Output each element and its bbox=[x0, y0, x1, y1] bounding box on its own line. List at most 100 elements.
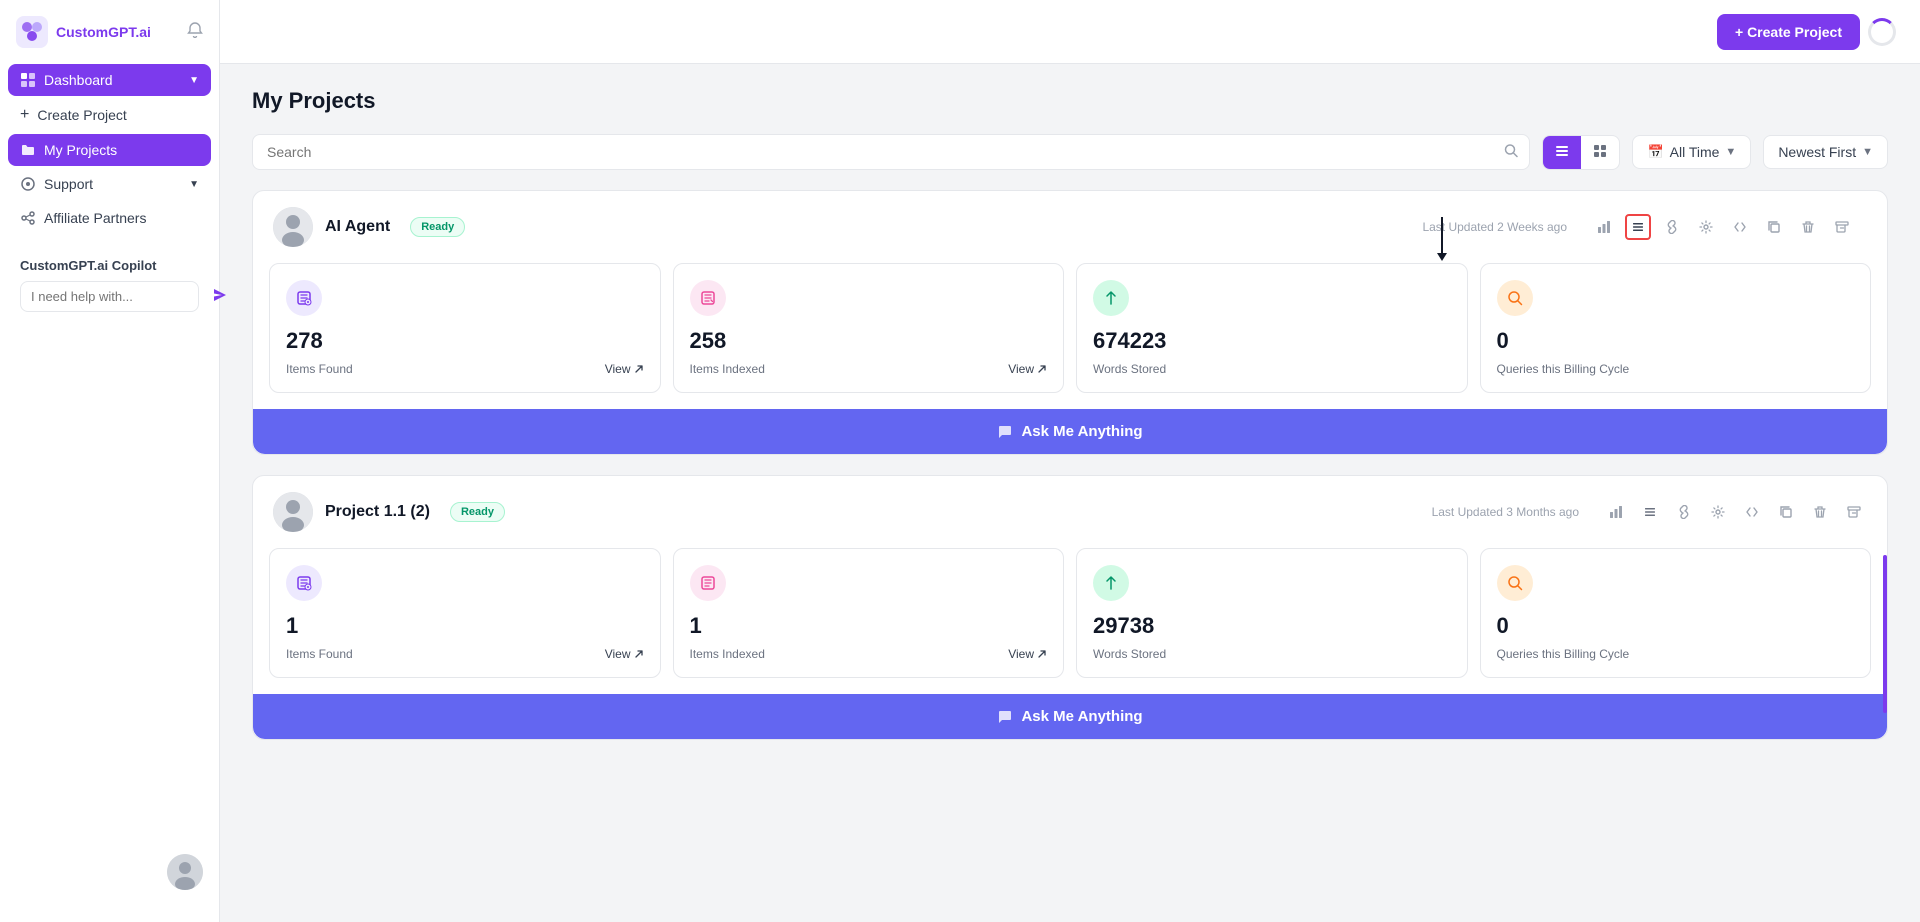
sidebar-item-create-project[interactable]: + Create Project bbox=[8, 98, 211, 132]
ask-anything-button-1[interactable]: Ask Me Anything bbox=[253, 409, 1887, 454]
items-indexed-label-2: Items Indexed bbox=[690, 647, 765, 661]
stat-card-queries-1: 0 Queries this Billing Cycle bbox=[1480, 263, 1872, 393]
queries-label-1: Queries this Billing Cycle bbox=[1497, 362, 1630, 376]
time-filter-dropdown[interactable]: 📅 All Time ▼ bbox=[1632, 135, 1751, 169]
dashboard-label: Dashboard bbox=[44, 72, 113, 88]
items-found-icon-2 bbox=[286, 565, 322, 601]
support-label: Support bbox=[44, 176, 93, 192]
copilot-label: CustomGPT.ai Copilot bbox=[20, 258, 199, 273]
items-found-label-row-1: Items Found View bbox=[286, 362, 644, 376]
page-title: My Projects bbox=[252, 88, 1888, 114]
stat-card-items-found-2: 1 Items Found View bbox=[269, 548, 661, 678]
grid-view-button[interactable] bbox=[1581, 136, 1619, 169]
last-updated-project-1-1: Last Updated 3 Months ago bbox=[1432, 505, 1579, 519]
ask-anything-label-1: Ask Me Anything bbox=[1021, 423, 1142, 440]
link-icon-ai-agent[interactable] bbox=[1659, 214, 1685, 240]
trash-icon-ai-agent[interactable] bbox=[1795, 214, 1821, 240]
sort-filter-dropdown[interactable]: Newest First ▼ bbox=[1763, 135, 1888, 169]
sidebar: CustomGPT.ai Dashboard ▼ + Create Projec… bbox=[0, 0, 220, 922]
affiliate-label: Affiliate Partners bbox=[44, 210, 146, 226]
words-stored-label-row-2: Words Stored bbox=[1093, 647, 1451, 661]
my-projects-label: My Projects bbox=[44, 142, 117, 158]
items-found-label-1: Items Found bbox=[286, 362, 353, 376]
sidebar-item-dashboard[interactable]: Dashboard ▼ bbox=[8, 64, 211, 96]
sidebar-navigation: Dashboard ▼ + Create Project My Projects… bbox=[0, 64, 219, 234]
create-project-label: Create Project bbox=[37, 107, 126, 123]
logo-text: CustomGPT.ai bbox=[56, 24, 151, 40]
trash-icon-project-1-1[interactable] bbox=[1807, 499, 1833, 525]
items-found-view-1[interactable]: View bbox=[605, 362, 644, 376]
embed-icon-project-1-1[interactable] bbox=[1739, 499, 1765, 525]
create-project-button[interactable]: + Create Project bbox=[1717, 14, 1860, 50]
stat-card-items-found-1: 278 Items Found View bbox=[269, 263, 661, 393]
project-actions-ai-agent bbox=[1591, 214, 1855, 240]
ask-anything-label-2: Ask Me Anything bbox=[1021, 708, 1142, 725]
items-indexed-view-1[interactable]: View bbox=[1008, 362, 1047, 376]
list-view-button[interactable] bbox=[1543, 136, 1581, 169]
project-avatar-ai-agent bbox=[273, 207, 313, 247]
stats-grid-ai-agent: 278 Items Found View bbox=[253, 263, 1887, 409]
bell-icon[interactable] bbox=[187, 22, 203, 43]
calendar-icon: 📅 bbox=[1647, 144, 1663, 160]
chat-icon-1 bbox=[997, 424, 1013, 440]
user-avatar-bottom[interactable] bbox=[0, 838, 219, 906]
settings-icon-ai-agent[interactable] bbox=[1693, 214, 1719, 240]
copilot-input[interactable] bbox=[31, 289, 207, 304]
words-stored-label-2: Words Stored bbox=[1093, 647, 1166, 661]
sidebar-item-my-projects[interactable]: My Projects bbox=[8, 134, 211, 166]
embed-icon-ai-agent[interactable] bbox=[1727, 214, 1753, 240]
queries-number-2: 0 bbox=[1497, 613, 1855, 639]
items-indexed-number-1: 258 bbox=[690, 328, 1048, 354]
loading-spinner bbox=[1868, 18, 1896, 46]
items-indexed-label-row-2: Items Indexed View bbox=[690, 647, 1048, 661]
stat-card-queries-2: 0 Queries this Billing Cycle bbox=[1480, 548, 1872, 678]
items-found-view-2[interactable]: View bbox=[605, 647, 644, 661]
search-icon bbox=[1504, 144, 1518, 161]
sort-filter-arrow: ▼ bbox=[1862, 146, 1873, 158]
user-avatar[interactable] bbox=[167, 854, 203, 890]
dashboard-dropdown-arrow: ▼ bbox=[189, 75, 199, 86]
ask-anything-button-2[interactable]: Ask Me Anything bbox=[253, 694, 1887, 739]
items-indexed-icon-1 bbox=[690, 280, 726, 316]
settings-icon-project-1-1[interactable] bbox=[1705, 499, 1731, 525]
list-icon-ai-agent[interactable] bbox=[1625, 214, 1651, 240]
list-icon-project-1-1[interactable] bbox=[1637, 499, 1663, 525]
words-stored-icon-2 bbox=[1093, 565, 1129, 601]
archive-icon-project-1-1[interactable] bbox=[1841, 499, 1867, 525]
topbar: + Create Project bbox=[220, 0, 1920, 64]
link-icon-project-1-1[interactable] bbox=[1671, 499, 1697, 525]
items-found-label-row-2: Items Found View bbox=[286, 647, 644, 661]
project-actions-project-1-1 bbox=[1603, 499, 1867, 525]
time-filter-label: All Time bbox=[1670, 144, 1720, 160]
project-badge-ai-agent: Ready bbox=[410, 217, 465, 237]
folder-icon bbox=[20, 142, 36, 158]
queries-number-1: 0 bbox=[1497, 328, 1855, 354]
sidebar-item-affiliate[interactable]: Affiliate Partners bbox=[8, 202, 211, 234]
items-found-number-2: 1 bbox=[286, 613, 644, 639]
items-indexed-view-2[interactable]: View bbox=[1008, 647, 1047, 661]
search-input[interactable] bbox=[252, 134, 1530, 170]
sidebar-logo: CustomGPT.ai bbox=[0, 16, 219, 64]
search-filter-row: 📅 All Time ▼ Newest First ▼ bbox=[252, 134, 1888, 170]
view-toggle bbox=[1542, 135, 1620, 170]
words-stored-label-1: Words Stored bbox=[1093, 362, 1166, 376]
words-stored-number-1: 674223 bbox=[1093, 328, 1451, 354]
queries-label-row-1: Queries this Billing Cycle bbox=[1497, 362, 1855, 376]
main-content: + Create Project My Projects bbox=[220, 0, 1920, 922]
affiliate-icon bbox=[20, 210, 36, 226]
create-plus-icon: + bbox=[20, 106, 29, 124]
stats-icon-project-1-1[interactable] bbox=[1603, 499, 1629, 525]
items-indexed-label-1: Items Indexed bbox=[690, 362, 765, 376]
copy-icon-ai-agent[interactable] bbox=[1761, 214, 1787, 240]
copy-icon-project-1-1[interactable] bbox=[1773, 499, 1799, 525]
archive-icon-ai-agent[interactable] bbox=[1829, 214, 1855, 240]
sidebar-item-support[interactable]: Support ▼ bbox=[8, 168, 211, 200]
logo-icon bbox=[16, 16, 48, 48]
search-wrap bbox=[252, 134, 1530, 170]
words-stored-label-row-1: Words Stored bbox=[1093, 362, 1451, 376]
items-found-icon-1 bbox=[286, 280, 322, 316]
time-filter-arrow: ▼ bbox=[1725, 146, 1736, 158]
sort-filter-label: Newest First bbox=[1778, 144, 1856, 160]
stats-icon-ai-agent[interactable] bbox=[1591, 214, 1617, 240]
project-header-ai-agent: AI Agent Ready Last Updated 2 Weeks ago bbox=[253, 191, 1887, 263]
